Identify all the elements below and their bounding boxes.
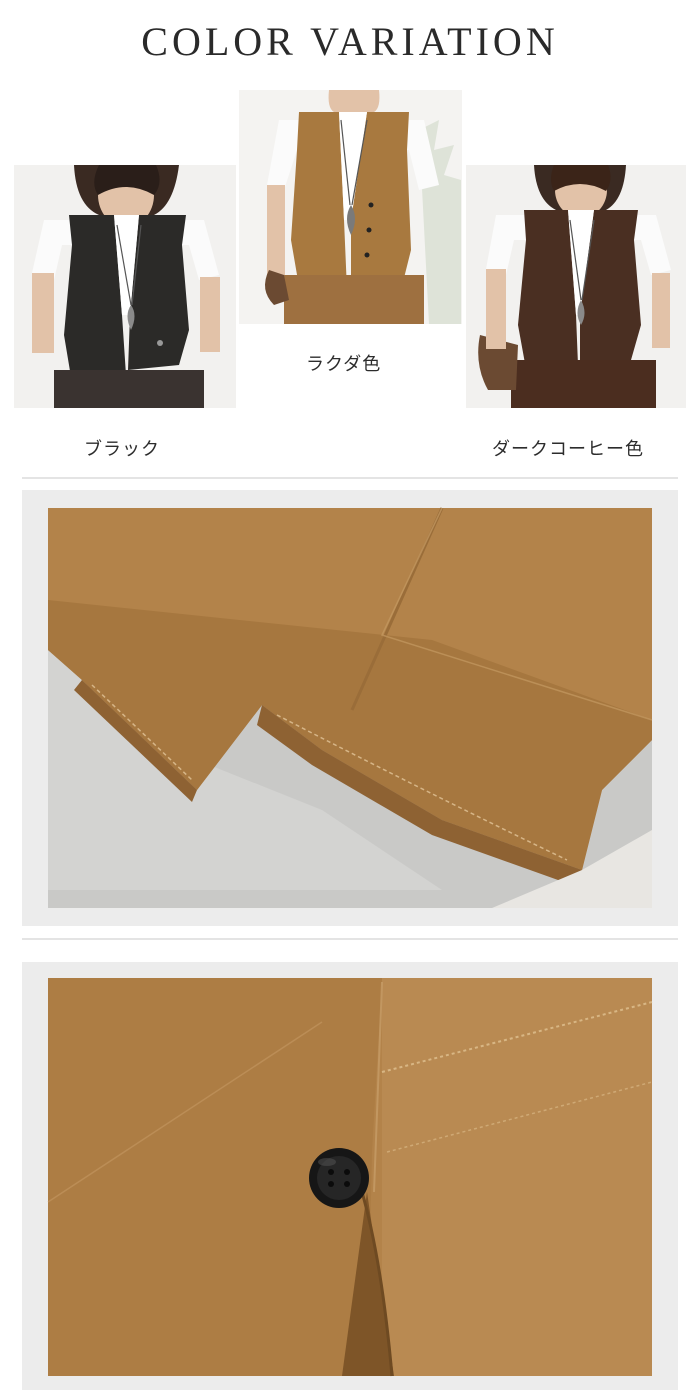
detail-photo-button: [22, 962, 678, 1390]
vest-illustration-dark-coffee: [466, 165, 686, 408]
product-photo-black[interactable]: [14, 165, 236, 408]
vest-illustration-camel: [239, 90, 462, 324]
color-label-camel: ラクダ色: [306, 354, 382, 375]
vest-illustration-black: [14, 165, 236, 408]
section-divider-2: [22, 938, 678, 940]
detail-photo-hem: [22, 490, 678, 926]
product-photo-dark-coffee[interactable]: [466, 165, 686, 408]
product-photo-camel[interactable]: [239, 90, 462, 324]
button-detail-illustration: [22, 962, 678, 1390]
hem-detail-illustration: [22, 490, 678, 926]
section-divider: [22, 477, 678, 479]
color-label-black: ブラック: [84, 439, 160, 460]
section-title: COLOR VARIATION: [141, 19, 559, 64]
color-label-dark-coffee: ダークコーヒー色: [492, 439, 644, 460]
